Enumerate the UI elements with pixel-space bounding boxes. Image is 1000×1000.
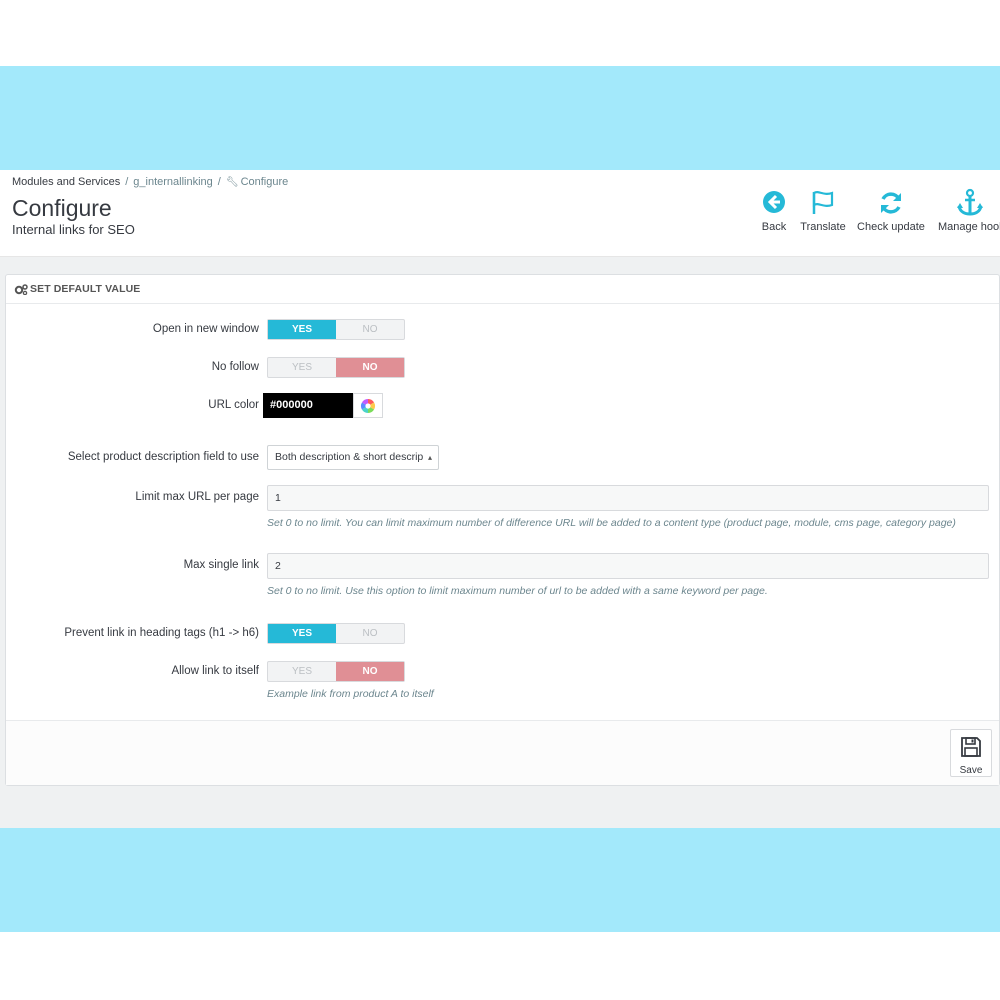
- prevent-heading-yes[interactable]: YES: [268, 624, 336, 643]
- allow-self-yes[interactable]: YES: [268, 662, 336, 681]
- open-new-window-yes[interactable]: YES: [268, 320, 336, 339]
- back-label: Back: [761, 221, 787, 233]
- allow-self-no[interactable]: NO: [336, 662, 404, 681]
- panel-footer: Save: [6, 720, 999, 785]
- save-label: Save: [959, 765, 983, 776]
- breadcrumb-module[interactable]: g_internallinking: [133, 176, 213, 188]
- cogs-icon: [14, 283, 28, 295]
- allow-self-help: Example link from product A to itself: [267, 688, 434, 700]
- breadcrumb-separator: /: [217, 176, 221, 188]
- no-follow-no[interactable]: NO: [336, 358, 404, 377]
- no-follow-yes[interactable]: YES: [268, 358, 336, 377]
- bottom-decorative-band: [0, 828, 1000, 932]
- back-button[interactable]: Back: [755, 188, 793, 233]
- no-follow-switch[interactable]: YES NO: [267, 357, 405, 378]
- product-desc-select[interactable]: Both description & short descrip ▴: [267, 445, 439, 470]
- page-title: Configure: [12, 195, 112, 221]
- settings-panel: SET DEFAULT VALUE Open in new window YES…: [5, 274, 1000, 786]
- prevent-heading-switch[interactable]: YES NO: [267, 623, 405, 644]
- panel-heading-text: SET DEFAULT VALUE: [30, 283, 141, 295]
- prevent-heading-no[interactable]: NO: [336, 624, 404, 643]
- page-subtitle: Internal links for SEO: [12, 222, 135, 237]
- no-follow-label: No follow: [211, 361, 259, 373]
- url-color-input[interactable]: #000000: [263, 393, 353, 418]
- manage-hooks-label: Manage hool: [938, 221, 1000, 233]
- limit-max-url-help: Set 0 to no limit. You can limit maximum…: [267, 517, 956, 529]
- page-header: Modules and Services / g_internallinking / 🔧…: [0, 170, 1000, 257]
- back-arrow-icon: [755, 188, 793, 218]
- max-single-link-help: Set 0 to no limit. Use this option to li…: [267, 585, 768, 597]
- refresh-icon: [855, 188, 927, 218]
- floppy-disk-icon: [961, 737, 981, 757]
- breadcrumb-modules[interactable]: Modules and Services: [12, 176, 120, 188]
- product-desc-selected: Both description & short descrip: [275, 451, 424, 463]
- url-color-label: URL color: [208, 399, 259, 411]
- breadcrumb-current: Configure: [240, 176, 289, 188]
- color-picker-button[interactable]: [353, 393, 383, 418]
- save-button[interactable]: Save: [950, 729, 992, 777]
- flag-icon: [797, 188, 849, 218]
- translate-button[interactable]: Translate: [797, 188, 849, 233]
- max-single-link-label: Max single link: [183, 559, 259, 571]
- translate-label: Translate: [800, 221, 846, 233]
- max-single-link-input[interactable]: 2: [267, 553, 989, 579]
- manage-hooks-button[interactable]: Manage hool: [935, 188, 1000, 233]
- product-desc-label: Select product description field to use: [67, 451, 259, 463]
- check-update-button[interactable]: Check update: [855, 188, 927, 233]
- prevent-heading-label: Prevent link in heading tags (h1 -> h6): [64, 627, 259, 639]
- check-update-label: Check update: [857, 221, 925, 233]
- anchor-icon: [935, 188, 1000, 218]
- wrench-icon: 🔧︎: [225, 177, 239, 188]
- breadcrumb-separator: /: [125, 176, 129, 188]
- open-new-window-no[interactable]: NO: [336, 320, 404, 339]
- open-new-window-switch[interactable]: YES NO: [267, 319, 405, 340]
- panel-heading: SET DEFAULT VALUE: [6, 275, 999, 304]
- limit-max-url-label: Limit max URL per page: [135, 491, 259, 503]
- select-caret-icon: ▴: [424, 446, 436, 469]
- color-wheel-icon: [361, 398, 375, 413]
- allow-self-label: Allow link to itself: [171, 665, 259, 677]
- top-decorative-band: [0, 66, 1000, 170]
- admin-page: Modules and Services / g_internallinking / 🔧…: [0, 170, 1000, 828]
- limit-max-url-input[interactable]: 1: [267, 485, 989, 511]
- open-new-window-label: Open in new window: [152, 323, 259, 335]
- allow-self-switch[interactable]: YES NO: [267, 661, 405, 682]
- breadcrumb: Modules and Services / g_internallinking / 🔧…: [12, 176, 288, 188]
